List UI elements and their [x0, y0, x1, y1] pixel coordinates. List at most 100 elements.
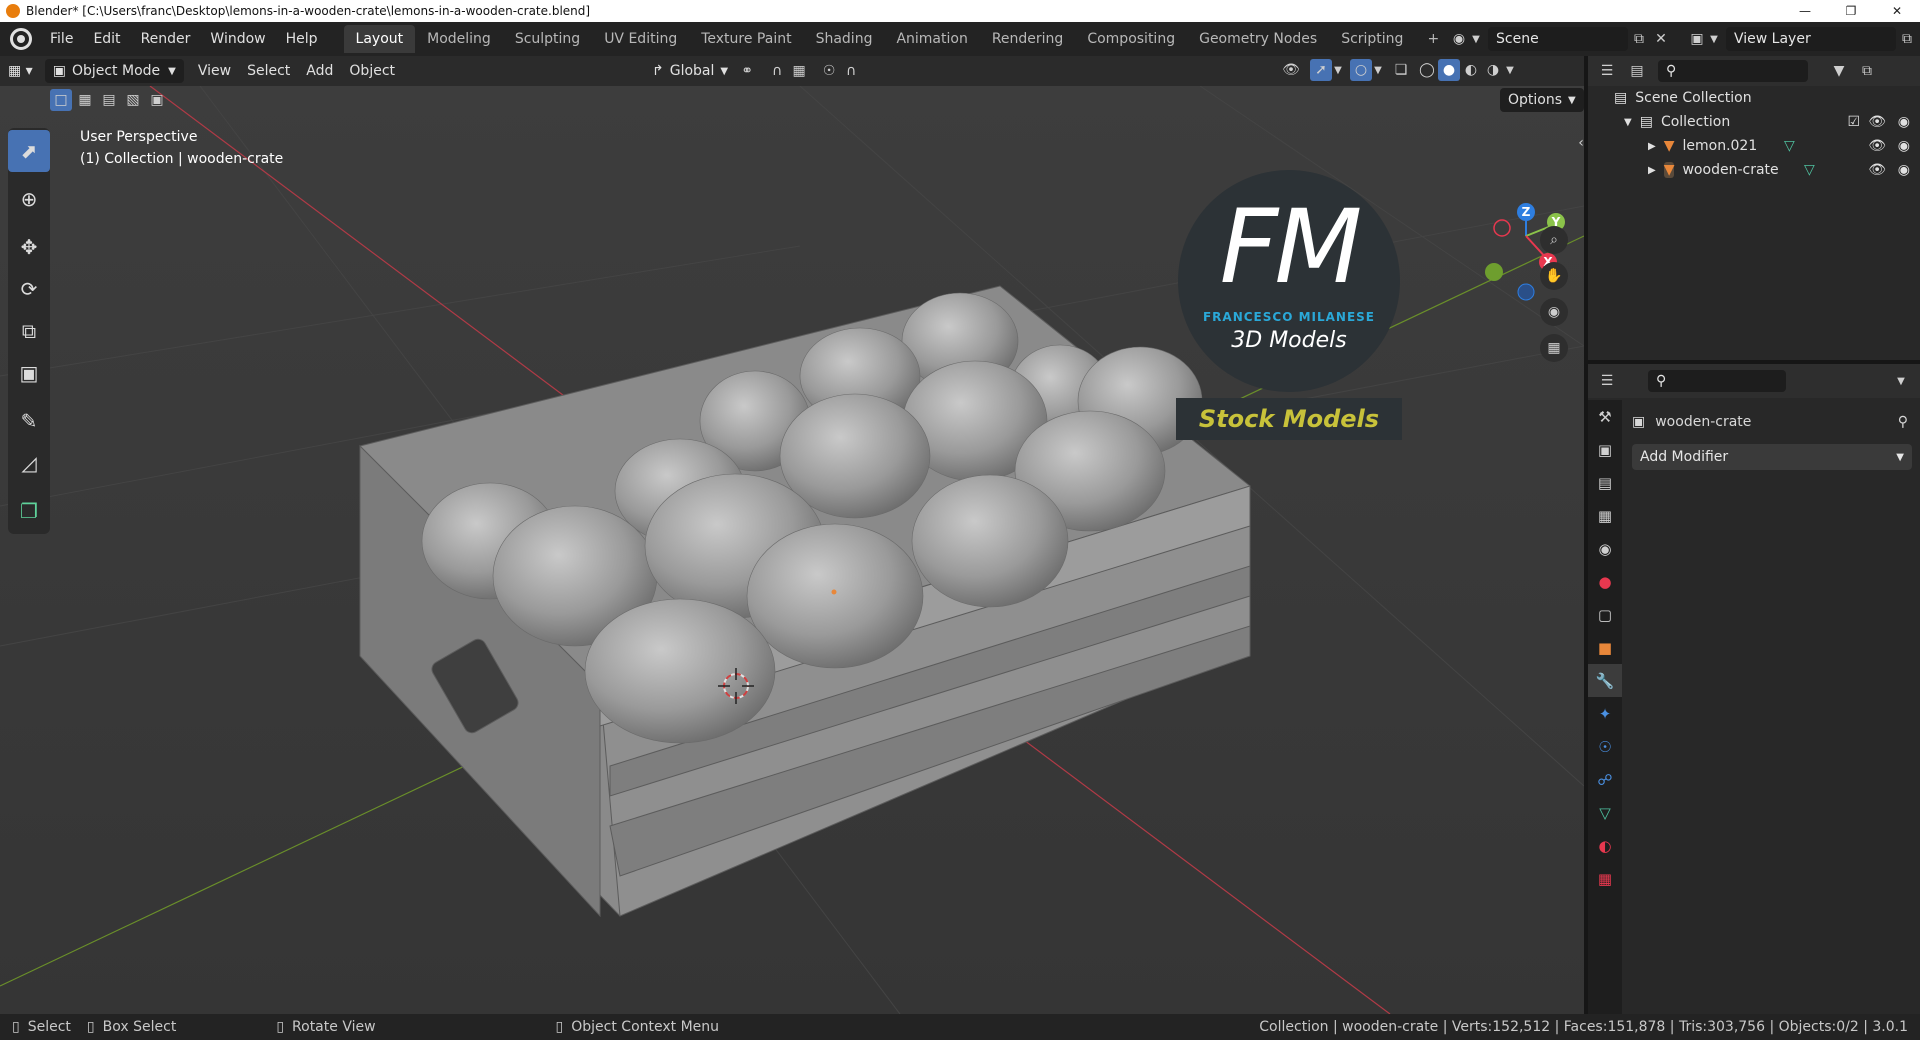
view-layer-field[interactable]: View Layer — [1726, 27, 1896, 51]
zoom-icon[interactable]: ⌕ — [1540, 226, 1568, 254]
falloff-icon[interactable]: ∩ — [840, 60, 862, 82]
editor-type-icon[interactable]: ☰ — [1596, 60, 1618, 82]
tab-compositing[interactable]: Compositing — [1075, 25, 1187, 53]
world-tab-icon[interactable]: ● — [1588, 565, 1622, 598]
camera-icon[interactable]: ◉ — [1898, 138, 1910, 154]
gizmo-toggle-icon[interactable]: ➚ — [1310, 59, 1332, 81]
scene-icon[interactable]: ◉ — [1448, 28, 1470, 50]
object-tab-icon[interactable]: ■ — [1588, 631, 1622, 664]
select-intersect-icon[interactable]: ▣ — [146, 89, 168, 111]
scale-tool-icon[interactable]: ⧉ — [8, 310, 50, 352]
rotate-tool-icon[interactable]: ⟳ — [8, 268, 50, 310]
menu-edit[interactable]: Edit — [83, 31, 130, 47]
menu-file[interactable]: File — [40, 31, 83, 47]
chevron-down-icon[interactable]: ▼ — [1890, 370, 1912, 392]
snap-target-icon[interactable]: ▦ — [788, 60, 810, 82]
proportional-editing-icon[interactable]: ☉ — [818, 60, 840, 82]
menu-object[interactable]: Object — [341, 59, 403, 83]
outliner-search-input[interactable]: ⚲ — [1658, 60, 1808, 82]
select-new-icon[interactable]: □ — [50, 89, 72, 111]
mesh-data-icon[interactable]: ▽ — [1784, 138, 1795, 154]
blender-logo-icon[interactable] — [10, 28, 32, 50]
menu-window[interactable]: Window — [200, 31, 275, 47]
cursor-tool-icon[interactable]: ⊕ — [8, 178, 50, 220]
menu-view[interactable]: View — [190, 59, 239, 83]
select-box-tool-icon[interactable]: ⬈ — [8, 130, 50, 172]
modifier-tab-icon[interactable]: 🔧 — [1588, 664, 1622, 697]
physics-tab-icon[interactable]: ☉ — [1588, 730, 1622, 763]
overlays-icon[interactable]: ○ — [1350, 59, 1372, 81]
tab-uv-editing[interactable]: UV Editing — [592, 25, 689, 53]
new-scene-icon[interactable]: ⧉ — [1628, 28, 1650, 50]
minimize-icon[interactable]: — — [1782, 0, 1828, 22]
texture-tab-icon[interactable]: ▦ — [1588, 862, 1622, 895]
scene-name-field[interactable]: Scene — [1488, 27, 1628, 51]
tab-geometry-nodes[interactable]: Geometry Nodes — [1187, 25, 1329, 53]
rendered-shading-icon[interactable]: ◑ — [1482, 59, 1504, 81]
menu-add[interactable]: Add — [298, 59, 341, 83]
menu-select[interactable]: Select — [239, 59, 298, 83]
menu-help[interactable]: Help — [276, 31, 328, 47]
material-shading-icon[interactable]: ◐ — [1460, 59, 1482, 81]
tab-scripting[interactable]: Scripting — [1329, 25, 1415, 53]
select-invert-icon[interactable]: ▧ — [122, 89, 144, 111]
display-mode-icon[interactable]: ▤ — [1626, 60, 1648, 82]
menu-render[interactable]: Render — [131, 31, 201, 47]
render-tab-icon[interactable]: ▣ — [1588, 433, 1622, 466]
eye-icon[interactable]: 👁 — [1868, 138, 1886, 154]
sidebar-toggle-icon[interactable]: ‹ — [1570, 132, 1584, 154]
select-subtract-icon[interactable]: ▤ — [98, 89, 120, 111]
add-workspace-icon[interactable]: + — [1415, 25, 1451, 53]
options-dropdown[interactable]: Options ▼ — [1500, 88, 1584, 112]
snap-icon[interactable]: ∩ — [766, 60, 788, 82]
scene-tab-icon[interactable]: ◉ — [1588, 532, 1622, 565]
material-tab-icon[interactable]: ◐ — [1588, 829, 1622, 862]
select-extend-icon[interactable]: ▦ — [74, 89, 96, 111]
outliner-collection[interactable]: ▼ ▤ Collection ☑ 👁 ◉ — [1588, 110, 1920, 134]
eye-icon[interactable]: 👁 — [1868, 162, 1886, 178]
view-layer-icon[interactable]: ▣ — [1686, 28, 1708, 50]
view-layer-tab-icon[interactable]: ▦ — [1588, 499, 1622, 532]
wireframe-shading-icon[interactable]: ◯ — [1416, 59, 1438, 81]
constraints-tab-icon[interactable]: ☍ — [1588, 763, 1622, 796]
outliner-item-lemon[interactable]: ▶ ▼ lemon.021 ▽ 👁 ◉ — [1588, 134, 1920, 158]
checkbox-icon[interactable]: ☑ — [1847, 114, 1860, 130]
measure-tool-icon[interactable]: ◿ — [8, 442, 50, 484]
solid-shading-icon[interactable]: ● — [1438, 59, 1460, 81]
new-view-layer-icon[interactable]: ⧉ — [1896, 28, 1918, 50]
pivot-point-icon[interactable]: ⚭ — [736, 60, 758, 82]
add-modifier-dropdown[interactable]: Add Modifier ▼ — [1632, 444, 1912, 470]
new-collection-icon[interactable]: ⧉ — [1856, 60, 1878, 82]
mesh-data-icon[interactable]: ▽ — [1804, 162, 1815, 178]
expand-chevron-icon[interactable]: ▼ — [1624, 117, 1632, 128]
expand-chevron-icon[interactable]: ▶ — [1648, 165, 1656, 176]
pin-icon[interactable]: ⚲ — [1898, 414, 1908, 430]
3d-viewport[interactable]: Z Y X User Perspective (1) Collection | … — [0, 86, 1584, 1014]
eye-icon[interactable]: 👁 — [1868, 114, 1886, 130]
tab-layout[interactable]: Layout — [343, 25, 416, 53]
ortho-grid-icon[interactable]: ▦ — [1540, 334, 1568, 362]
collection-tab-icon[interactable]: ▢ — [1588, 598, 1622, 631]
outliner-item-wooden-crate[interactable]: ▶ ▼ wooden-crate ▽ 👁 ◉ — [1588, 158, 1920, 182]
close-icon[interactable]: ✕ — [1874, 0, 1920, 22]
xray-icon[interactable]: ❏ — [1390, 59, 1412, 81]
tab-shading[interactable]: Shading — [804, 25, 885, 53]
tab-texture-paint[interactable]: Texture Paint — [689, 25, 803, 53]
outliner-scene-collection[interactable]: ▤ Scene Collection — [1588, 86, 1920, 110]
properties-search-input[interactable]: ⚲ — [1648, 370, 1786, 392]
transform-tool-icon[interactable]: ▣ — [8, 352, 50, 394]
camera-icon[interactable]: ◉ — [1898, 114, 1910, 130]
expand-chevron-icon[interactable]: ▶ — [1648, 141, 1656, 152]
camera-icon[interactable]: ◉ — [1898, 162, 1910, 178]
tab-rendering[interactable]: Rendering — [980, 25, 1076, 53]
tool-tab-icon[interactable]: ⚒ — [1588, 400, 1622, 433]
visibility-icon[interactable]: 👁 — [1280, 59, 1302, 81]
tab-modeling[interactable]: Modeling — [415, 25, 503, 53]
restore-icon[interactable]: ❐ — [1828, 0, 1874, 22]
output-tab-icon[interactable]: ▤ — [1588, 466, 1622, 499]
particles-tab-icon[interactable]: ✦ — [1588, 697, 1622, 730]
pan-hand-icon[interactable]: ✋ — [1540, 262, 1568, 290]
annotate-tool-icon[interactable]: ✎ — [8, 400, 50, 442]
camera-view-icon[interactable]: ◉ — [1540, 298, 1568, 326]
mesh-data-tab-icon[interactable]: ▽ — [1588, 796, 1622, 829]
